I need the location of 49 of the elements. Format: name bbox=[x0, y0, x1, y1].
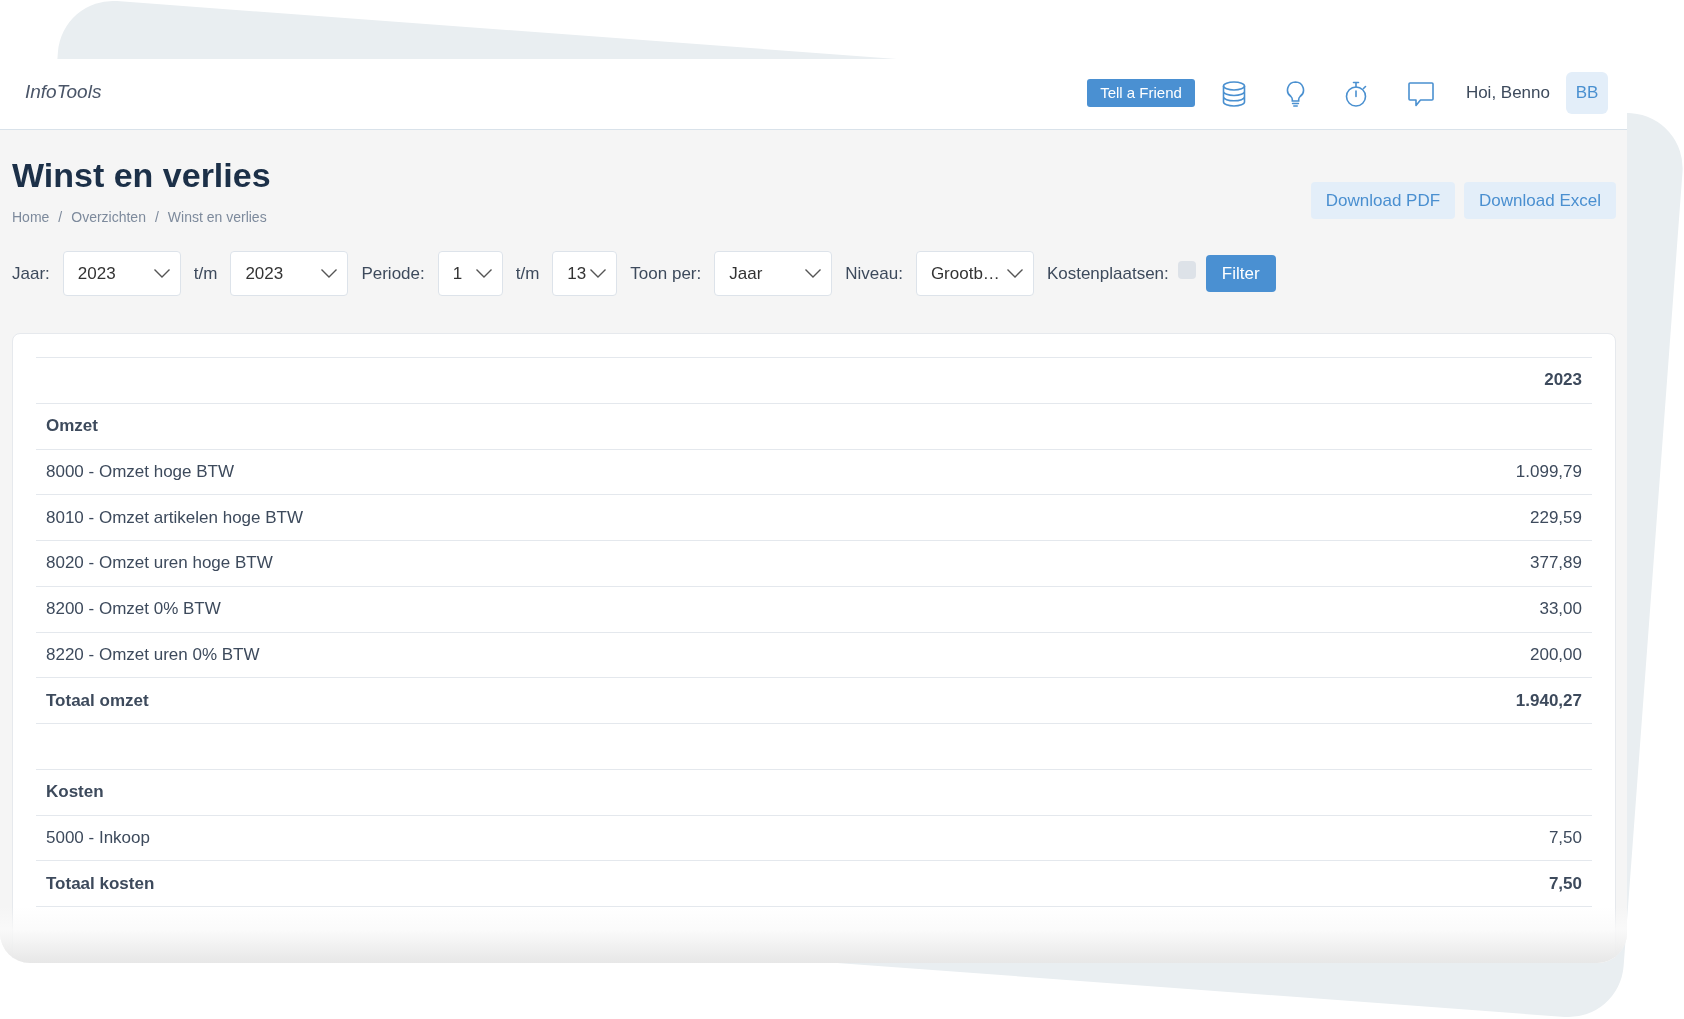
database-icon[interactable] bbox=[1221, 81, 1246, 107]
chevron-down-icon bbox=[475, 269, 492, 278]
table-cell: 33,00 bbox=[1222, 586, 1592, 632]
column-heading: 2023 bbox=[1222, 357, 1592, 404]
table-cell: 7,50 bbox=[1222, 860, 1592, 907]
section-heading: Omzet bbox=[36, 403, 1592, 449]
table-cell: 8200 - Omzet 0% BTW bbox=[36, 586, 1223, 632]
table-cell: 377,89 bbox=[1222, 540, 1592, 587]
filter-label: Kostenplaatsen: bbox=[1046, 263, 1169, 284]
table-cell: Totaal omzet bbox=[36, 677, 1223, 724]
lightbulb-icon[interactable] bbox=[1285, 81, 1305, 107]
checkbox[interactable] bbox=[1177, 261, 1196, 279]
dropdown[interactable]: 2023 bbox=[62, 251, 181, 296]
speech-bubble-icon[interactable] bbox=[1407, 81, 1434, 107]
table-cell: 1.940,27 bbox=[1222, 677, 1592, 724]
filter-label: t/m bbox=[515, 263, 540, 284]
page-title: Winst en verlies bbox=[12, 155, 271, 195]
chevron-down-icon bbox=[1006, 269, 1023, 278]
table-cell: 200,00 bbox=[1222, 632, 1592, 678]
dropdown[interactable]: 1 bbox=[437, 251, 503, 296]
filter-label: Niveau: bbox=[845, 263, 903, 284]
breadcrumb-separator: / bbox=[58, 208, 63, 227]
breadcrumb-current: Winst en verlies bbox=[167, 208, 267, 227]
table-cell: 8020 - Omzet uren hoge BTW bbox=[36, 540, 1223, 587]
table-cell: 5000 - Inkoop bbox=[36, 815, 1223, 861]
dropdown[interactable]: 2023 bbox=[230, 251, 349, 296]
dropdown[interactable]: Jaar bbox=[714, 251, 833, 296]
table-cell: 8000 - Omzet hoge BTW bbox=[36, 449, 1223, 495]
filter-label: Jaar: bbox=[12, 263, 50, 284]
app-logo[interactable]: InfoTools bbox=[25, 81, 102, 103]
dropdown[interactable]: 13 bbox=[552, 251, 618, 296]
filter-label: Toon per: bbox=[630, 263, 702, 284]
table-cell: 229,59 bbox=[1222, 494, 1592, 541]
chevron-down-icon bbox=[805, 269, 822, 278]
stopwatch-icon[interactable] bbox=[1344, 81, 1368, 107]
filter-label: t/m bbox=[193, 263, 218, 284]
breadcrumb-separator: / bbox=[154, 208, 159, 227]
chevron-down-icon bbox=[153, 269, 170, 278]
table-cell: 7,50 bbox=[1222, 815, 1592, 861]
table-cell: 1.099,79 bbox=[1222, 449, 1592, 495]
chevron-down-icon bbox=[321, 269, 338, 278]
user-greeting: Hoi, Benno bbox=[1465, 83, 1550, 103]
table-cell: 8010 - Omzet artikelen hoge BTW bbox=[36, 494, 1223, 541]
section-heading: Kosten bbox=[36, 769, 1592, 815]
chevron-down-icon bbox=[590, 269, 607, 278]
table-cell: 8220 - Omzet uren 0% BTW bbox=[36, 632, 1223, 678]
dropdown[interactable]: Grootb… bbox=[915, 251, 1034, 296]
table-cell: Totaal kosten bbox=[36, 860, 1223, 907]
filter-label: Periode: bbox=[361, 263, 425, 284]
